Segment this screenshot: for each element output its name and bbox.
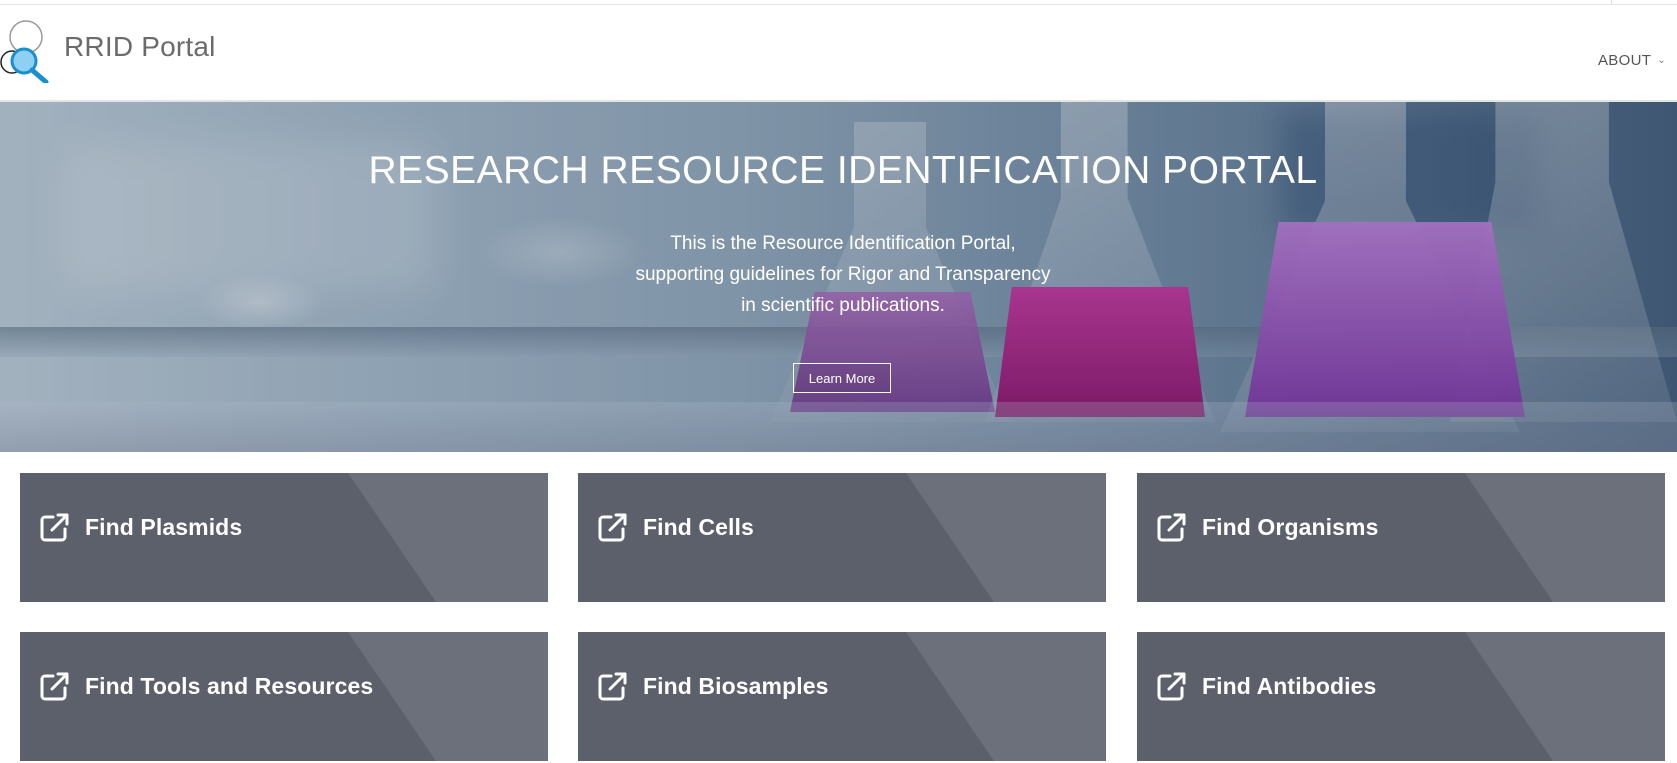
tile-label: Find Biosamples xyxy=(643,672,829,699)
external-link-icon xyxy=(40,513,69,542)
external-link-icon xyxy=(598,672,627,701)
hero-line: in scientific publications. xyxy=(741,295,945,316)
brand-title[interactable]: RRID Portal xyxy=(64,31,216,63)
hero-line: supporting guidelines for Rigor and Tran… xyxy=(635,264,1051,285)
external-link-icon xyxy=(1157,513,1186,542)
tile-find-plasmids[interactable]: Find Plasmids xyxy=(20,473,548,602)
nav-about-label: ABOUT xyxy=(1598,52,1652,69)
external-link-icon xyxy=(40,672,69,701)
hero-title: RESEARCH RESOURCE IDENTIFICATION PORTAL xyxy=(368,149,1318,192)
rrid-logo-icon[interactable] xyxy=(0,19,52,83)
nav-about[interactable]: ABOUT ⌄ xyxy=(1598,52,1666,69)
tile-label: Find Organisms xyxy=(1202,513,1379,540)
tile-label: Find Antibodies xyxy=(1202,672,1377,699)
tile-find-antibodies[interactable]: Find Antibodies xyxy=(1137,632,1665,761)
tile-find-tools-and-resources[interactable]: Find Tools and Resources xyxy=(20,632,548,761)
hero-line: This is the Resource Identification Port… xyxy=(670,233,1016,254)
tile-label: Find Plasmids xyxy=(85,513,243,540)
top-border-tick xyxy=(1611,0,1612,4)
site-header: RRID Portal ABOUT ⌄ xyxy=(0,5,1677,102)
tile-find-organisms[interactable]: Find Organisms xyxy=(1137,473,1665,602)
tile-find-cells[interactable]: Find Cells xyxy=(578,473,1106,602)
tile-label: Find Cells xyxy=(643,513,754,540)
hero-description: This is the Resource Identification Port… xyxy=(0,228,1677,321)
chevron-down-icon: ⌄ xyxy=(1657,55,1666,66)
learn-more-button[interactable]: Learn More xyxy=(793,363,891,393)
tile-label: Find Tools and Resources xyxy=(85,672,374,699)
tile-find-biosamples[interactable]: Find Biosamples xyxy=(578,632,1106,761)
hero-banner: RESEARCH RESOURCE IDENTIFICATION PORTAL … xyxy=(0,102,1677,452)
external-link-icon xyxy=(598,513,627,542)
external-link-icon xyxy=(1157,672,1186,701)
